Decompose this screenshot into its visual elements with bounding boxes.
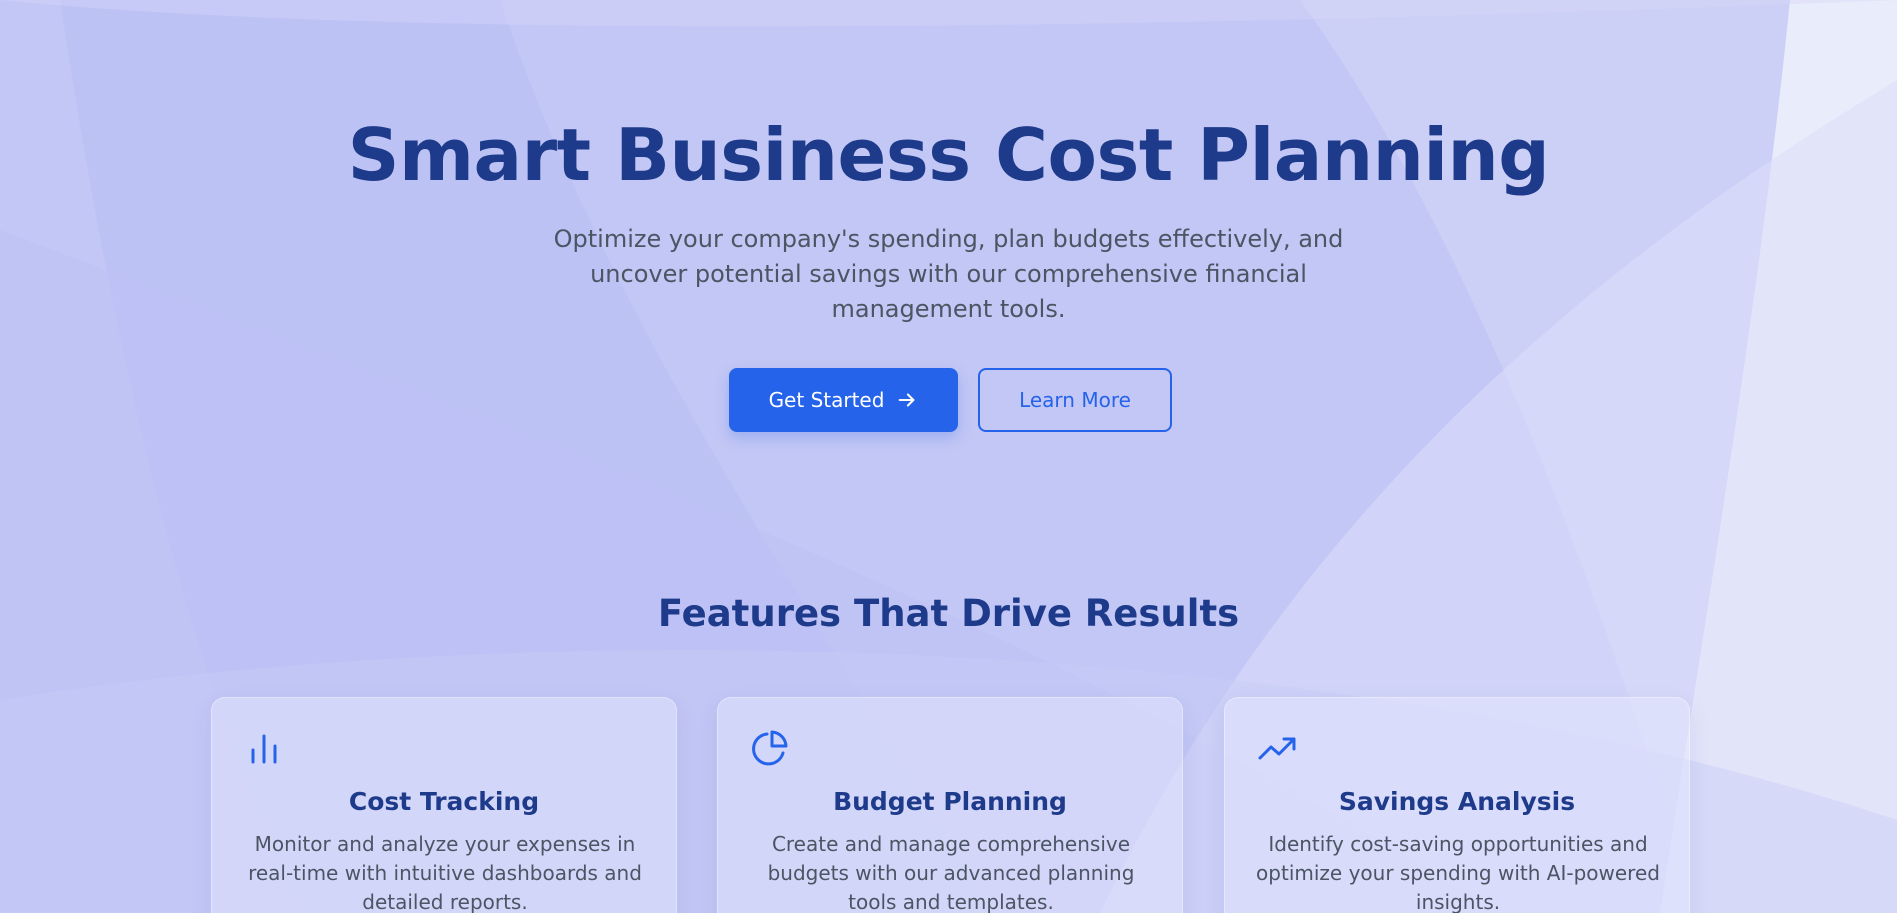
arrow-right-icon [899, 393, 915, 407]
feature-card-title: Budget Planning [833, 787, 1067, 816]
feature-card-budget-planning: Budget Planning Create and manage compre… [717, 697, 1183, 913]
trending-up-icon [1258, 737, 1296, 760]
feature-card-title: Cost Tracking [348, 787, 540, 816]
bar-chart-icon [251, 734, 277, 764]
feature-card-savings-analysis: Savings Analysis Identify cost-saving op… [1224, 697, 1690, 913]
learn-more-label: Learn More [1019, 388, 1131, 412]
pie-chart-icon [752, 730, 788, 766]
hero-subtitle: Optimize your company's spending, plan b… [553, 225, 1344, 323]
feature-card-title: Savings Analysis [1338, 787, 1576, 816]
learn-more-button[interactable]: Learn More [978, 368, 1172, 432]
features-title: Features That Drive Results [657, 592, 1240, 635]
feature-card-cost-tracking: Cost Tracking Monitor and analyze your e… [211, 697, 677, 913]
feature-card-description: Monitor and analyze your expenses in rea… [248, 832, 642, 913]
feature-card-description: Create and manage comprehensive budgets … [767, 832, 1135, 913]
get-started-label: Get Started [768, 388, 885, 412]
hero-title: Smart Business Cost Planning [347, 113, 1550, 197]
feature-card-description: Identify cost-saving opportunities and o… [1256, 832, 1660, 913]
get-started-button[interactable]: Get Started [729, 368, 958, 432]
